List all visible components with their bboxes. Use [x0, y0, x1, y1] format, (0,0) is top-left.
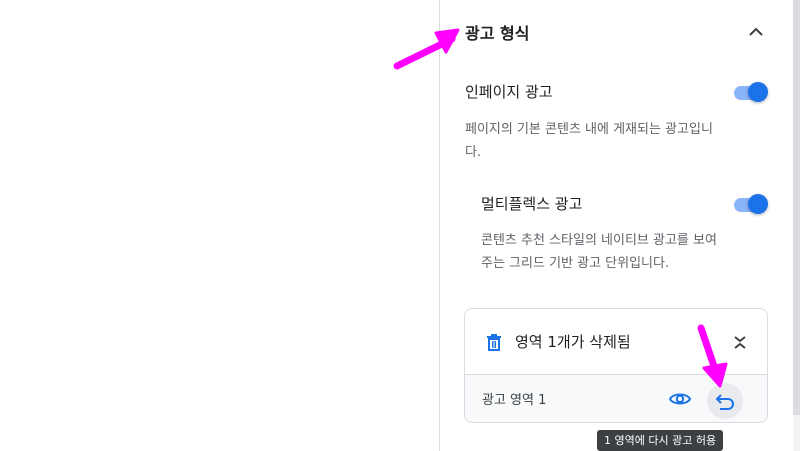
unfold-icon[interactable] [728, 329, 752, 353]
removed-areas-title: 영역 1개가 삭제됨 [515, 333, 631, 351]
undo-tooltip: 1 영역에 다시 광고 허용 [597, 430, 724, 451]
toggle-knob [748, 82, 768, 102]
toggle-knob [748, 194, 768, 214]
removed-area-row: 광고 영역 1 광고 영역 1 [465, 374, 767, 422]
undo-button[interactable] [707, 383, 743, 419]
multiplex-ads-label: 멀티플렉스 광고 [481, 195, 583, 213]
eye-icon[interactable] [668, 387, 692, 411]
scrollbar-thumb[interactable] [793, 0, 800, 415]
chevron-up-icon[interactable] [744, 20, 768, 44]
undo-icon [715, 394, 734, 410]
multiplex-ads-toggle[interactable] [732, 194, 768, 214]
page-canvas [0, 0, 439, 451]
inpage-ads-toggle[interactable] [732, 82, 768, 102]
trash-icon [484, 332, 504, 352]
scrollbar-track[interactable] [793, 0, 800, 451]
removed-areas-header[interactable]: 영역 1개가 삭제됨 [465, 309, 767, 374]
inpage-ads-description: 페이지의 기본 콘텐츠 내에 게재되는 광고입니다. [465, 122, 713, 160]
section-title: 광고 형식 [465, 24, 530, 43]
multiplex-ads-description: 콘텐츠 추천 스타일의 네이티브 광고를 보여 주는 그리드 기반 광고 단위입… [481, 233, 717, 271]
removed-area-label: 광고 영역 1 [482, 393, 547, 408]
inpage-ads-label: 인페이지 광고 [465, 83, 553, 101]
removed-areas-card: 영역 1개가 삭제됨 광고 영역 1 광고 영역 1 [464, 308, 768, 423]
